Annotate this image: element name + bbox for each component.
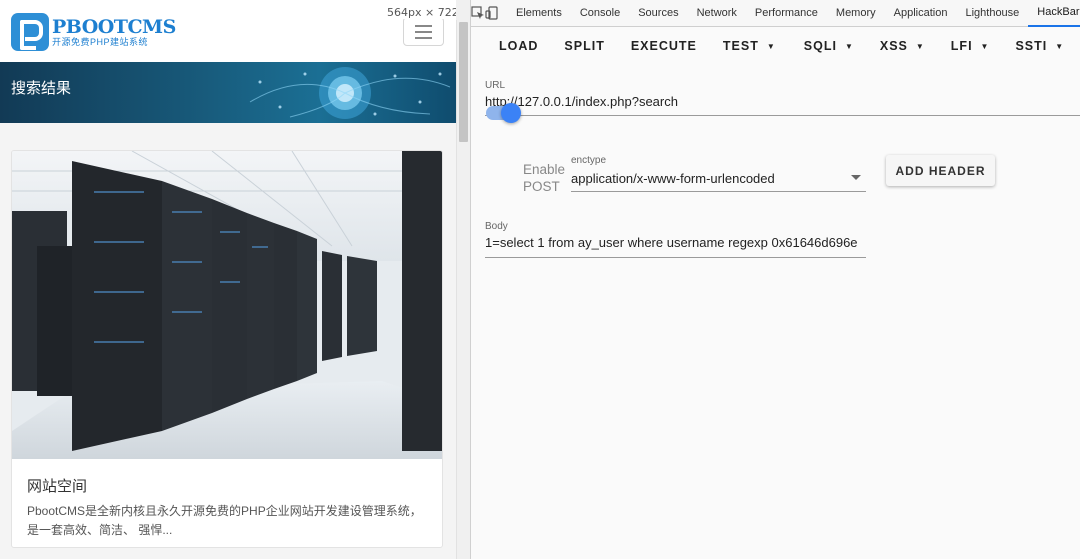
logo-sub-text: 开源免费PHP建站系统: [52, 36, 149, 47]
tab-application[interactable]: Application: [885, 0, 957, 27]
ssti-menu-button[interactable]: SSTI ▼: [1002, 27, 1077, 65]
url-label: URL: [485, 80, 506, 91]
device-toolbar-icon[interactable]: [485, 0, 499, 27]
site-logo[interactable]: PBOOTCMS 开源免费PHP建站系统: [11, 13, 176, 51]
enctype-select[interactable]: application/x-www-form-urlencoded: [571, 171, 841, 186]
site-scrollbar[interactable]: [456, 20, 470, 559]
tab-memory[interactable]: Memory: [827, 0, 885, 27]
add-header-button[interactable]: ADD HEADER: [886, 155, 995, 186]
execute-button[interactable]: EXECUTE: [618, 27, 710, 65]
hackbar-toolbar: LOAD SPLIT EXECUTE TEST ▼ SQLI ▼ XSS ▼ LFI ▼…: [471, 27, 1080, 65]
xss-menu-button[interactable]: XSS ▼: [867, 27, 938, 65]
devtools-panel: Elements Console Sources Network Perform…: [470, 0, 1080, 559]
enctype-underline: [571, 191, 866, 192]
enable-post-label: Enable POST: [523, 162, 566, 194]
card-description: PbootCMS是全新内核且永久开源免费的PHP企业网站开发建设管理系统，是一套…: [27, 504, 422, 537]
scrollbar-corner: [456, 0, 470, 20]
lfi-label: LFI: [950, 39, 973, 53]
tab-network[interactable]: Network: [688, 0, 746, 27]
site-scrollbar-thumb[interactable]: [459, 22, 468, 142]
ssti-label: SSTI: [1015, 39, 1048, 53]
tab-elements[interactable]: Elements: [507, 0, 571, 27]
url-field-underline: [485, 115, 1080, 116]
tab-hackbar[interactable]: HackBar: [1028, 0, 1080, 27]
hackbar-body: URL http://127.0.0.1/index.php?search En…: [471, 65, 1080, 559]
lfi-menu-button[interactable]: LFI ▼: [938, 27, 1003, 65]
chevron-down-icon[interactable]: [851, 175, 861, 180]
sqli-label: SQLI: [803, 39, 837, 53]
logo-icon: [11, 13, 49, 51]
result-card[interactable]: 网站空间 PbootCMS是全新内核且永久开源免费的PHP企业网站开发建设管理系…: [11, 150, 443, 548]
split-button[interactable]: SPLIT: [551, 27, 617, 65]
logo-main-text: PBOOTCMS: [52, 15, 176, 38]
enctype-label: enctype: [571, 155, 607, 166]
banner-title: 搜索结果: [11, 80, 72, 97]
url-field[interactable]: http://127.0.0.1/index.php?search: [485, 94, 1080, 109]
tab-lighthouse[interactable]: Lighthouse: [956, 0, 1028, 27]
enable-post-toggle[interactable]: [486, 103, 521, 123]
xss-label: XSS: [879, 39, 908, 53]
hamburger-icon-bar: [415, 24, 432, 27]
tab-sources[interactable]: Sources: [629, 0, 687, 27]
devtools-tab-bar: Elements Console Sources Network Perform…: [471, 0, 1080, 27]
load-button[interactable]: LOAD: [471, 27, 551, 65]
card-title[interactable]: 网站空间: [27, 475, 87, 496]
sqli-menu-button[interactable]: SQLI ▼: [791, 27, 867, 65]
caret-down-icon: ▼: [844, 41, 854, 51]
body-label: Body: [485, 221, 508, 232]
inspect-element-icon[interactable]: [471, 0, 485, 27]
hamburger-menu-button[interactable]: [403, 17, 444, 46]
hamburger-icon-bar: [415, 36, 432, 39]
hamburger-icon-bar: [415, 30, 432, 33]
tab-console[interactable]: Console: [571, 0, 629, 27]
test-label: TEST: [722, 39, 759, 53]
caret-down-icon: ▼: [766, 41, 776, 51]
test-menu-button[interactable]: TEST ▼: [710, 27, 789, 65]
website-preview: PBOOTCMS 开源免费PHP建站系统 搜索结果 网站空间 PbootCMS是…: [0, 0, 456, 559]
search-banner: 搜索结果: [0, 62, 456, 123]
caret-down-icon: ▼: [915, 41, 925, 51]
tab-performance[interactable]: Performance: [746, 0, 827, 27]
caret-down-icon: ▼: [1055, 41, 1065, 51]
server-room-image: [12, 151, 442, 459]
caret-down-icon: ▼: [980, 41, 990, 51]
body-field[interactable]: 1=select 1 from ay_user where username r…: [485, 235, 866, 250]
toggle-knob[interactable]: [501, 103, 521, 123]
body-field-underline: [485, 257, 866, 258]
